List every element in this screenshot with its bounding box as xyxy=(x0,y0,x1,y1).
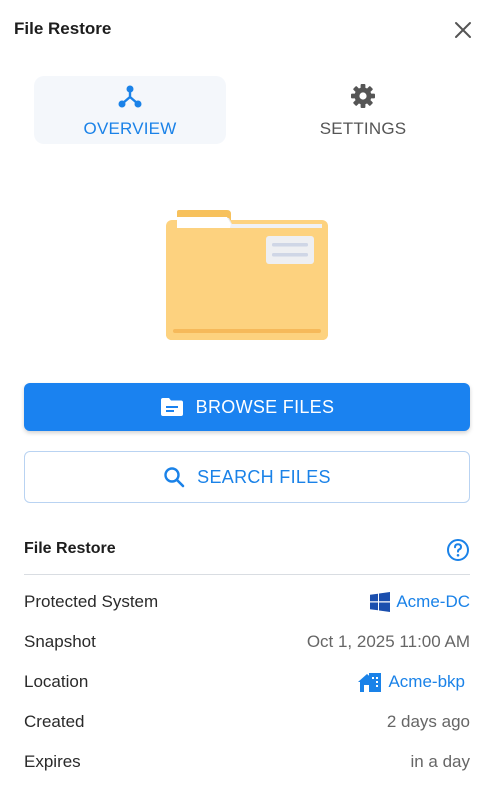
details-section: File Restore Protected System Acme-DC Sn… xyxy=(24,536,470,771)
detail-key: Location xyxy=(24,672,89,691)
building-icon xyxy=(358,673,382,692)
detail-value: Oct 1, 2025 11:00 AM xyxy=(306,632,470,651)
location-link[interactable]: Acme-bkp xyxy=(358,669,465,695)
browse-files-button[interactable]: BROWSE FILES xyxy=(24,383,470,431)
search-files-button[interactable]: SEARCH FILES xyxy=(24,451,470,503)
search-icon xyxy=(164,467,185,488)
browse-files-label: BROWSE FILES xyxy=(195,396,335,417)
tab-settings-label: SETTINGS xyxy=(319,119,407,138)
detail-row-snapshot: Snapshot Oct 1, 2025 11:00 AM xyxy=(24,629,470,655)
detail-row-expires: Expires in a day xyxy=(24,749,470,775)
folder-illustration xyxy=(166,210,328,340)
windows-icon xyxy=(370,592,391,612)
detail-key: Expires xyxy=(24,752,81,771)
hierarchy-icon xyxy=(118,85,142,108)
detail-row-created: Created 2 days ago xyxy=(24,709,470,735)
tab-settings[interactable]: SETTINGS xyxy=(267,76,459,144)
close-icon[interactable] xyxy=(451,18,475,42)
detail-row-location: Location Acme-bkp xyxy=(24,669,470,695)
detail-key: Protected System xyxy=(24,592,159,611)
gear-icon xyxy=(351,84,375,108)
detail-value: in a day xyxy=(410,752,470,771)
tab-overview[interactable]: OVERVIEW xyxy=(34,76,226,144)
detail-row-protected-system: Protected System Acme-DC xyxy=(24,589,470,615)
detail-key: Created xyxy=(24,712,85,731)
detail-value: 2 days ago xyxy=(386,712,470,731)
panel-header: File Restore xyxy=(14,18,475,42)
panel-title: File Restore xyxy=(14,19,112,38)
help-icon[interactable] xyxy=(446,538,470,562)
details-header: File Restore xyxy=(24,536,470,575)
detail-value: Acme-bkp xyxy=(388,672,465,691)
detail-key: Snapshot xyxy=(24,632,96,651)
protected-system-link[interactable]: Acme-DC xyxy=(370,589,470,615)
section-title: File Restore xyxy=(24,540,116,557)
tab-bar: OVERVIEW SETTINGS xyxy=(34,76,454,144)
search-files-label: SEARCH FILES xyxy=(197,466,331,487)
tab-overview-label: OVERVIEW xyxy=(83,119,177,138)
detail-value: Acme-DC xyxy=(396,592,470,611)
folder-icon xyxy=(160,398,183,416)
